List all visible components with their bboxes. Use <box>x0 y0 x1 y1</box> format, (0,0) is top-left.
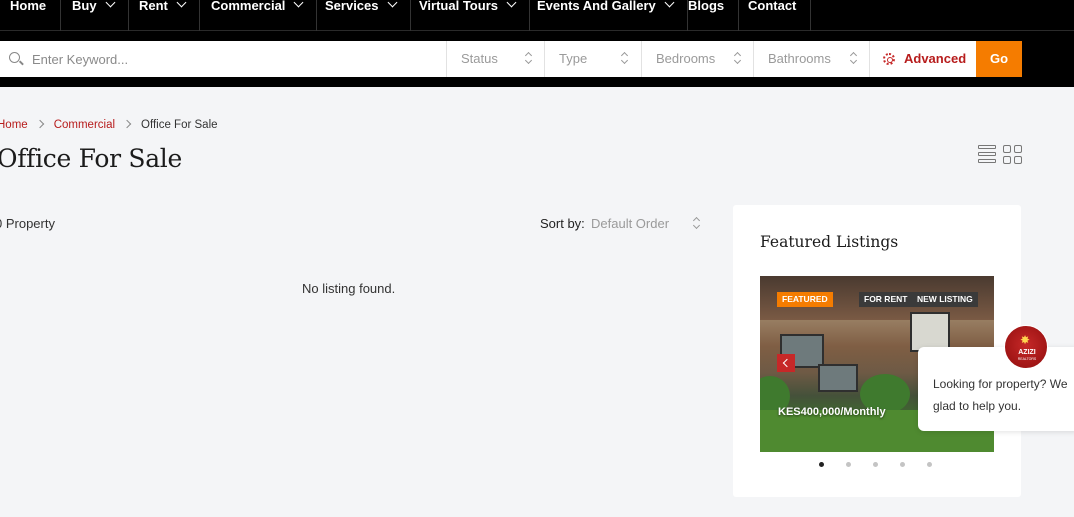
type-select[interactable]: Type <box>544 41 642 77</box>
avatar-brand: AZIZI <box>1018 349 1036 356</box>
breadcrumb-commercial[interactable]: Commercial <box>54 119 115 131</box>
nav-services-label: Services <box>325 0 379 13</box>
chevron-down-icon <box>387 0 397 8</box>
featured-badge: FEATURED <box>777 292 833 307</box>
status-select[interactable]: Status <box>446 41 544 77</box>
nav-blogs-label: Blogs <box>688 0 725 13</box>
nav-virtual-tours[interactable]: Virtual Tours <box>405 0 530 31</box>
keyword-field <box>0 41 446 77</box>
nav-rent[interactable]: Rent <box>125 0 200 31</box>
nav-events-gallery-label: Events And Gallery <box>537 0 656 13</box>
nav-rent-label: Rent <box>139 0 168 13</box>
for-rent-badge: FOR RENT <box>859 292 913 307</box>
carousel-dot[interactable] <box>927 462 932 467</box>
carousel-dot[interactable] <box>846 462 851 467</box>
chat-popup[interactable]: Looking for property? We glad to help yo… <box>918 347 1074 431</box>
sun-logo-icon: ✸ <box>1020 333 1031 347</box>
gear-icon <box>883 53 895 65</box>
type-select-label: Type <box>559 51 588 66</box>
chevron-down-icon <box>293 0 304 8</box>
carousel-prev-button[interactable] <box>777 354 795 372</box>
keyword-input[interactable] <box>32 41 432 77</box>
results-count: 0 Property <box>0 216 55 231</box>
breadcrumb-home[interactable]: Home <box>0 119 28 131</box>
carousel-dot[interactable] <box>900 462 905 467</box>
nav-home-label: Home <box>10 0 47 13</box>
chevron-right-icon <box>35 119 44 129</box>
chevron-down-icon <box>176 0 187 8</box>
empty-message: No listing found. <box>302 281 396 296</box>
advanced-label: Advanced <box>904 51 967 66</box>
nav-contact[interactable]: Contact <box>734 0 812 31</box>
page-title: Office For Sale <box>0 144 182 173</box>
nav-virtual-tours-label: Virtual Tours <box>419 0 498 13</box>
select-arrows-icon <box>850 52 858 64</box>
carousel-dot[interactable] <box>873 462 878 467</box>
bathrooms-select-label: Bathrooms <box>768 51 831 66</box>
bedrooms-select-label: Bedrooms <box>656 51 716 66</box>
chat-message: Looking for property? We glad to help yo… <box>933 373 1068 417</box>
listing-price: KES400,000/Monthly <box>778 406 886 418</box>
select-arrows-icon <box>621 52 629 64</box>
advanced-search-button[interactable]: Advanced <box>869 41 976 77</box>
featured-title: Featured Listings <box>760 233 899 251</box>
nav-buy[interactable]: Buy <box>58 0 129 31</box>
search-bar: Status Type Bedrooms Bathrooms Advanced … <box>0 31 1074 87</box>
breadcrumb: Home Commercial Office For Sale <box>0 119 218 131</box>
search-icon <box>9 52 20 63</box>
list-view-icon[interactable] <box>978 145 996 163</box>
nav-commercial[interactable]: Commercial <box>197 0 318 31</box>
status-select-label: Status <box>461 51 498 66</box>
nav-blogs[interactable]: Blogs <box>674 0 740 31</box>
new-listing-badge: NEW LISTING <box>912 292 978 307</box>
carousel-dot[interactable] <box>819 462 824 467</box>
chevron-right-icon <box>122 119 132 129</box>
nav-buy-label: Buy <box>72 0 97 13</box>
select-arrows-icon <box>525 52 533 64</box>
chat-line-1: Looking for property? We <box>933 377 1068 391</box>
nav-events-gallery[interactable]: Events And Gallery <box>523 0 688 31</box>
photo-window <box>910 312 950 352</box>
bathrooms-select[interactable]: Bathrooms <box>753 41 869 77</box>
chevron-down-icon <box>506 0 517 8</box>
nav-contact-label: Contact <box>748 0 797 13</box>
sort-arrows-icon <box>693 217 701 229</box>
chat-avatar[interactable]: ✸ AZIZI REALTORS <box>1004 325 1048 369</box>
avatar-sub: REALTORS <box>1017 357 1037 361</box>
chevron-down-icon <box>664 0 675 8</box>
nav-commercial-label: Commercial <box>211 0 286 13</box>
breadcrumb-current: Office For Sale <box>141 119 218 131</box>
go-button[interactable]: Go <box>976 41 1022 77</box>
nav-services[interactable]: Services <box>311 0 411 31</box>
sort-select[interactable]: Default Order <box>591 216 669 231</box>
carousel-dots <box>819 462 939 468</box>
chat-line-2: glad to help you. <box>933 399 1022 413</box>
main-nav: Home Buy Rent Commercial Services Virtua… <box>0 0 1074 31</box>
chevron-down-icon <box>105 0 116 8</box>
grid-view-icon[interactable] <box>1003 145 1022 164</box>
bedrooms-select[interactable]: Bedrooms <box>641 41 753 77</box>
sort-label: Sort by: <box>540 216 585 231</box>
select-arrows-icon <box>734 52 742 64</box>
photo-window <box>818 364 858 392</box>
nav-home[interactable]: Home <box>0 0 62 31</box>
